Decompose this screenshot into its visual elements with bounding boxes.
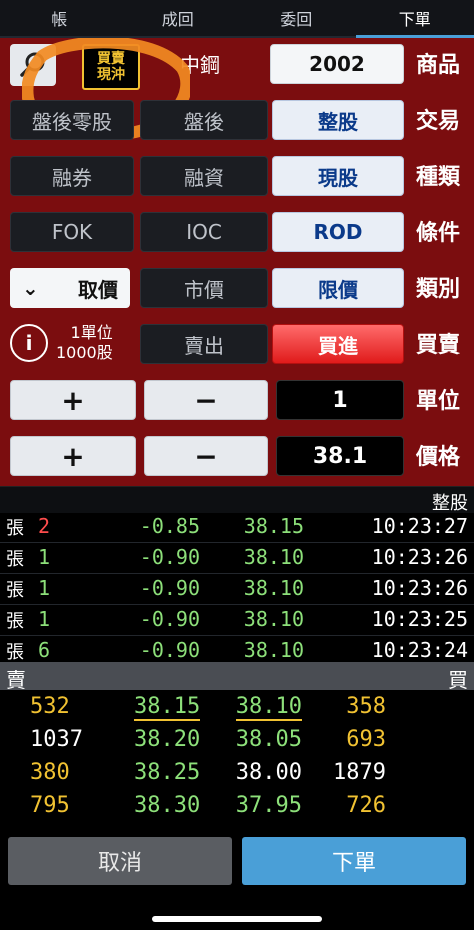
row-condition: FOK IOC ROD 條件 — [0, 208, 474, 254]
condition-label: 條件 — [415, 221, 460, 246]
side-option-sell[interactable]: 賣出 — [140, 324, 268, 364]
unit-decrement-button[interactable]: − — [144, 380, 268, 420]
unit-info-top: 1單位 — [70, 323, 113, 342]
category-option-market[interactable]: 市價 — [140, 268, 268, 308]
search-icon — [20, 52, 45, 77]
type-label: 種類 — [415, 165, 460, 190]
trade-option-oddlot-afterhours[interactable]: 盤後零股 — [10, 100, 134, 140]
product-label: 商品 — [415, 53, 460, 78]
price-source-value: 取價 — [78, 277, 118, 302]
unit-info: i 1單位 1000股 — [10, 320, 130, 366]
search-button[interactable] — [10, 44, 56, 86]
order-book-header: 買 賣 — [0, 662, 474, 692]
row-product: 買賣 現沖 中鋼 2002 商品 — [0, 38, 474, 140]
quick-badge-top: 買賣 — [97, 51, 125, 67]
top-tabs: 下單 委回 成回 帳 — [0, 0, 474, 38]
tab-order-report[interactable]: 委回 — [237, 0, 356, 38]
unit-increment-button[interactable]: + — [10, 380, 136, 420]
price-source-select[interactable]: ⌄ 取價 — [10, 268, 130, 308]
tab-trade-report[interactable]: 成回 — [118, 0, 237, 38]
trade-option-afterhours[interactable]: 盤後 — [140, 100, 268, 140]
cond-option-rod[interactable]: ROD — [272, 212, 404, 252]
cond-option-fok[interactable]: FOK — [10, 212, 134, 252]
price-increment-button[interactable]: + — [10, 436, 136, 476]
type-option-short[interactable]: 融券 — [10, 156, 134, 196]
trade-row: 10:23:27 38.15 -0.85 2 張 — [0, 512, 474, 543]
home-indicator[interactable] — [152, 916, 322, 922]
row-side: i 1單位 1000股 賣出 買進 買賣 — [0, 320, 474, 366]
row-category: ⌄ 取價 市價 限價 類別 — [0, 264, 474, 310]
info-icon[interactable]: i — [10, 324, 48, 362]
book-row: 1879 38.00 38.25 380 — [30, 760, 386, 785]
chevron-down-icon: ⌄ — [22, 276, 39, 300]
bottom-bar: 取消 下單 — [0, 830, 474, 930]
submit-order-button[interactable]: 下單 — [242, 837, 466, 885]
stock-code-input[interactable]: 2002 — [270, 44, 404, 84]
type-option-cash[interactable]: 現股 — [272, 156, 404, 196]
trade-label: 交易 — [415, 109, 460, 134]
type-option-margin[interactable]: 融資 — [140, 156, 268, 196]
tab-place-order[interactable]: 下單 — [355, 0, 474, 38]
book-buy-label: 買 — [448, 668, 468, 692]
row-type: 融券 融資 現股 種類 — [0, 152, 474, 198]
book-sell-label: 賣 — [6, 668, 26, 692]
side-option-buy[interactable]: 買進 — [272, 324, 404, 364]
unit-input[interactable]: 1 — [276, 380, 404, 420]
price-label: 價格 — [415, 445, 460, 470]
quick-badge-bottom: 現沖 — [97, 67, 125, 83]
row-price: + − 38.1 價格 — [0, 432, 474, 478]
stock-name: 中鋼 — [180, 52, 220, 77]
price-decrement-button[interactable]: − — [144, 436, 268, 476]
order-form: 買賣 現沖 中鋼 2002 商品 盤後零股 盤後 整股 交易 融券 融資 現股 … — [0, 38, 474, 486]
order-book: 358 38.10 38.15 532 693 38.05 38.20 1037… — [0, 690, 474, 830]
book-row: 726 37.95 38.30 795 — [30, 793, 386, 818]
quick-daytrade-button[interactable]: 買賣 現沖 — [82, 44, 140, 90]
category-option-limit[interactable]: 限價 — [272, 268, 404, 308]
category-label: 類別 — [415, 277, 460, 302]
book-row: 693 38.05 38.20 1037 — [30, 727, 386, 752]
book-row: 358 38.10 38.15 532 — [30, 694, 386, 721]
cancel-button[interactable]: 取消 — [8, 837, 232, 885]
cond-option-ioc[interactable]: IOC — [140, 212, 268, 252]
order-screen: 下單 委回 成回 帳 買賣 現沖 中鋼 2002 商品 盤後零股 盤後 整股 交… — [0, 0, 474, 930]
unit-info-bottom: 1000股 — [56, 343, 113, 362]
price-input[interactable]: 38.1 — [276, 436, 404, 476]
trade-row: 10:23:26 38.10 -0.90 1 張 — [0, 574, 474, 605]
trade-row: 10:23:26 38.10 -0.90 1 張 — [0, 543, 474, 574]
trades-header: 整股 — [0, 486, 474, 514]
trade-row: 10:23:25 38.10 -0.90 1 張 — [0, 605, 474, 636]
trade-option-board-lot[interactable]: 整股 — [272, 100, 404, 140]
trade-ticks-list: 10:23:27 38.15 -0.85 2 張 10:23:26 38.10 … — [0, 512, 474, 667]
unit-label: 單位 — [415, 389, 460, 414]
side-label: 買賣 — [415, 333, 460, 358]
row-unit: + − 1 單位 — [0, 376, 474, 422]
row-trade: 盤後零股 盤後 整股 交易 — [0, 96, 474, 142]
tab-account[interactable]: 帳 — [0, 0, 119, 38]
